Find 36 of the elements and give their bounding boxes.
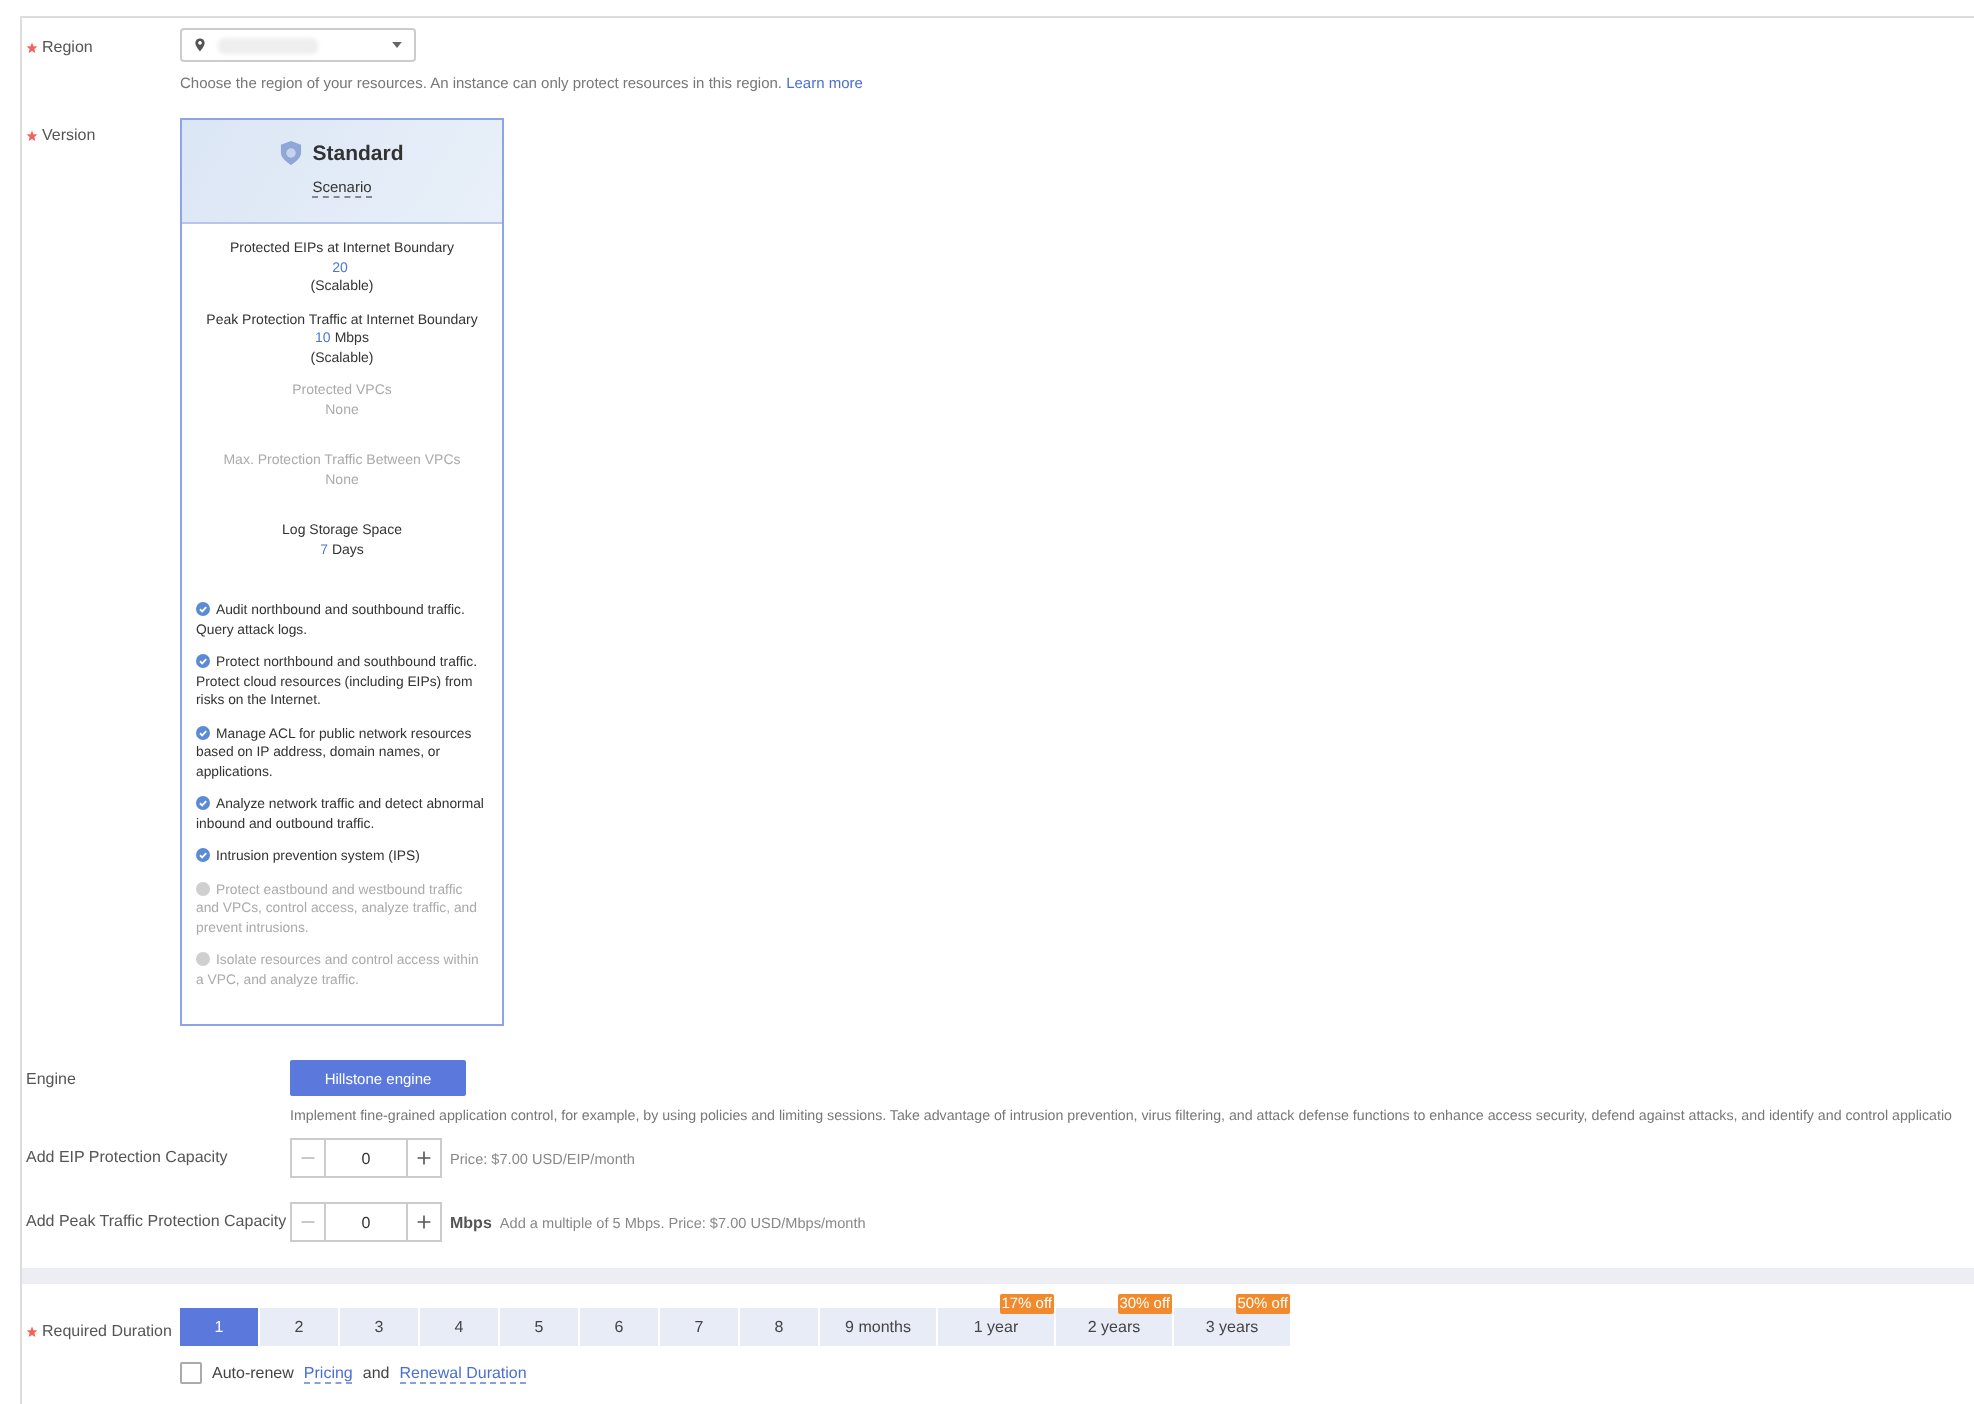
quantity-stepper[interactable]: 0 (290, 1138, 442, 1178)
duration-option[interactable]: 2 years (1056, 1308, 1172, 1346)
plus-icon (416, 1150, 432, 1166)
duration-option[interactable]: 6 (580, 1308, 658, 1346)
joiner-text: and (362, 1364, 390, 1382)
plus-icon (416, 1214, 432, 1230)
unit-label: Mbps (450, 1213, 492, 1231)
duration-option[interactable]: 4 (420, 1308, 498, 1346)
checkbox-label: Auto-renew (212, 1364, 294, 1382)
field-label: Version (42, 124, 96, 148)
location-pin-icon (194, 38, 206, 52)
duration-option[interactable]: 7 (660, 1308, 738, 1346)
duration-option[interactable]: 2 (260, 1308, 338, 1346)
field-label: Region (42, 36, 93, 60)
quantity-stepper[interactable]: 0 (290, 1202, 442, 1242)
region-dropdown[interactable] (180, 28, 416, 62)
duration-option[interactable]: 1 year (938, 1308, 1054, 1346)
pricing-link[interactable]: Pricing (303, 1363, 353, 1383)
version-card[interactable] (180, 118, 504, 1026)
renewal-duration-link[interactable]: Renewal Duration (399, 1363, 527, 1383)
field-label: Required Duration (42, 1320, 172, 1344)
duration-option[interactable]: 1 (180, 1308, 258, 1346)
duration-option[interactable]: 8 (740, 1308, 818, 1346)
shield-icon (280, 140, 303, 166)
field-label: Engine (26, 1068, 76, 1092)
duration-option[interactable]: 3 years (1174, 1308, 1290, 1346)
duration-option[interactable]: 5 (500, 1308, 578, 1346)
quantity-input[interactable]: 0 (324, 1204, 408, 1240)
field-label: Add EIP Protection Capacity (26, 1146, 228, 1170)
quantity-input[interactable]: 0 (324, 1140, 408, 1176)
duration-option[interactable]: 3 (340, 1308, 418, 1346)
caret-icon (392, 42, 402, 48)
auto-renew-checkbox[interactable] (180, 1362, 202, 1384)
duration-option[interactable]: 9 months (820, 1308, 936, 1346)
card-title: Standard (312, 141, 404, 165)
field-label: Add Peak Traffic Protection Capacity (26, 1210, 287, 1234)
